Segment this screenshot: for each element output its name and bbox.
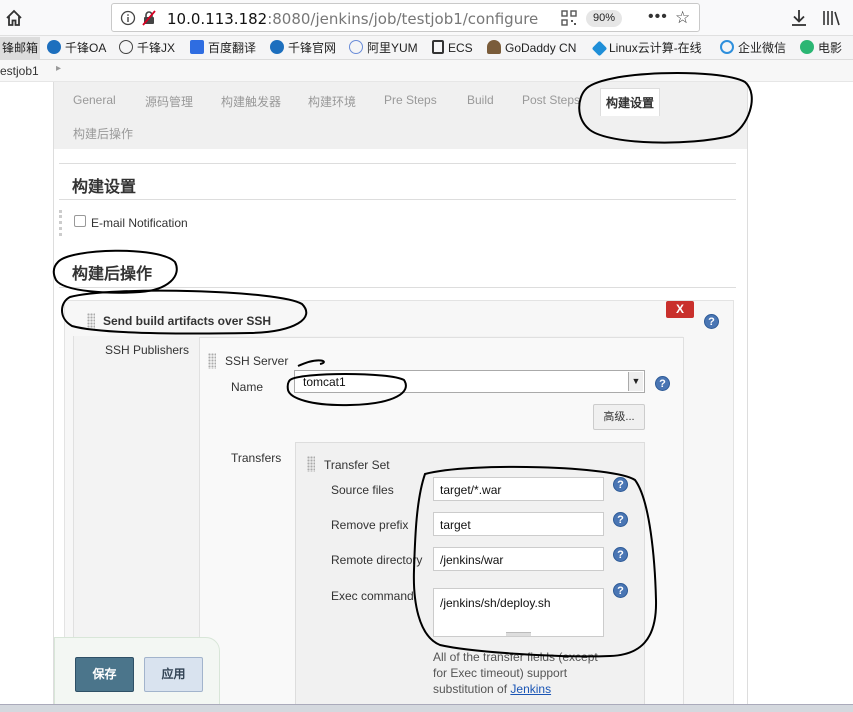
drag-handle[interactable] [307,456,315,472]
tab-pre-steps[interactable]: Pre Steps [384,93,437,107]
drag-handle[interactable] [59,210,69,236]
name-label: Name [231,380,264,394]
globe-icon [119,40,133,54]
jenkins-link[interactable]: Jenkins [510,682,551,696]
config-tabs: General 源码管理 构建触发器 构建环境 Pre Steps Build … [54,82,747,149]
bookmark-item[interactable]: 千锋JX [119,40,175,56]
tab-environment[interactable]: 构建环境 [308,93,356,110]
library-icon[interactable] [821,8,841,28]
publisher-title: Send build artifacts over SSH [103,314,272,328]
section-title-post-build: 构建后操作 [72,266,153,283]
wecom-icon [720,40,734,54]
tab-post-build[interactable]: 构建后操作 [73,125,133,142]
info-icon[interactable] [120,10,136,26]
url-text: 10.0.113.182:8080/jenkins/job/testjob1/c… [167,10,539,28]
breadcrumb-job-link[interactable]: estjob1 [0,64,39,78]
bookmark-item[interactable]: GoDaddy CN [487,40,576,56]
tab-triggers[interactable]: 构建触发器 [221,93,281,110]
form-button-bar: 保存 应用 [54,637,220,712]
delete-publisher-button[interactable]: X [666,301,694,318]
exec-command-textarea[interactable]: /jenkins/sh/deploy.sh [433,588,604,637]
qianfeng-icon [270,40,284,54]
ssh-server-block: SSH Server Name tomcat1 ▼ ? 高级... Transf… [199,337,684,712]
bookmark-item[interactable]: 千锋OA [47,40,106,56]
remove-prefix-label: Remove prefix [331,518,409,532]
bookmark-item[interactable]: 百度翻译 [190,40,256,56]
drag-handle[interactable] [87,313,95,329]
bookmarks-toolbar: 锋邮箱 千锋OA 千锋JX 百度翻译 千锋官网 阿里YUM ECS GoDadd… [0,36,853,60]
transfer-help-note: All of the transfer fields (except for E… [433,649,613,697]
linux-cloud-icon [591,40,608,57]
source-files-label: Source files [331,483,394,497]
ssh-publishers-label: SSH Publishers [105,343,190,357]
exec-command-value: /jenkins/sh/deploy.sh [440,596,551,610]
page-actions-menu-icon[interactable]: ••• [648,8,668,26]
tab-build[interactable]: Build [467,93,494,107]
bookmark-item[interactable]: ECS [432,40,473,56]
home-icon[interactable] [4,8,24,28]
help-icon[interactable]: ? [655,376,670,391]
remote-directory-label: Remote directory [331,553,423,567]
transfer-set-block: Transfer Set Source files target/*.war ?… [295,442,645,712]
advanced-button[interactable]: 高级... [593,404,645,430]
ssh-server-label: SSH Server [225,354,289,368]
transfers-label: Transfers [231,451,282,465]
section-divider [59,287,736,288]
aliyun-icon [349,40,363,54]
section-divider [59,163,736,164]
config-panel: General 源码管理 构建触发器 构建环境 Pre Steps Build … [53,82,748,712]
selected-server: tomcat1 [303,375,346,389]
translate-icon [190,40,204,54]
help-icon[interactable]: ? [613,583,628,598]
bookmark-item[interactable]: 电影 [800,40,842,56]
ssh-server-name-select[interactable]: tomcat1 ▼ [294,370,645,393]
godaddy-icon [487,40,501,54]
exec-command-label: Exec command [331,589,414,603]
bookmark-item[interactable]: 锋邮箱 [0,37,41,59]
save-button[interactable]: 保存 [75,657,134,692]
os-taskbar [0,704,853,712]
remove-prefix-input[interactable]: target [433,512,604,536]
help-icon[interactable]: ? [613,477,628,492]
bookmark-item[interactable]: 千锋官网 [270,40,336,56]
bookmark-item[interactable]: Linux云计算-在线 [591,40,702,57]
transfer-set-label: Transfer Set [324,458,390,472]
download-icon[interactable] [790,8,808,28]
textarea-resize-handle[interactable] [506,632,531,636]
email-notification-label: E-mail Notification [91,216,188,230]
source-files-input[interactable]: target/*.war [433,477,604,501]
insecure-connection-icon[interactable] [141,10,157,26]
tab-general[interactable]: General [73,93,116,107]
video-icon [800,40,814,54]
qianfeng-icon [47,40,61,54]
remote-directory-input[interactable]: /jenkins/war [433,547,604,571]
bookmark-star-icon[interactable]: ☆ [675,8,690,28]
address-bar[interactable]: 10.0.113.182:8080/jenkins/job/testjob1/c… [111,3,700,32]
section-divider [59,199,736,200]
apply-button[interactable]: 应用 [144,657,203,692]
zoom-level-badge[interactable]: 90% [586,10,622,27]
ecs-icon [432,40,444,54]
section-title-build-settings: 构建设置 [72,179,137,196]
tab-build-settings[interactable]: 构建设置 [600,88,661,116]
tab-scm[interactable]: 源码管理 [145,93,193,110]
help-icon[interactable]: ? [613,547,628,562]
bookmark-item[interactable]: 企业微信 [720,40,786,56]
qr-code-icon[interactable] [561,10,577,26]
breadcrumb-arrow-icon[interactable]: ▸ [56,63,61,74]
chevron-down-icon[interactable]: ▼ [628,372,643,391]
help-icon[interactable]: ? [613,512,628,527]
bookmark-item[interactable]: 阿里YUM [349,40,418,56]
tab-post-steps[interactable]: Post Steps [522,93,580,107]
help-icon[interactable]: ? [704,314,719,329]
email-notification-checkbox[interactable] [74,215,86,227]
drag-handle[interactable] [208,353,216,369]
browser-toolbar: 10.0.113.182:8080/jenkins/job/testjob1/c… [0,0,853,36]
breadcrumb: estjob1 ▸ [0,60,853,82]
